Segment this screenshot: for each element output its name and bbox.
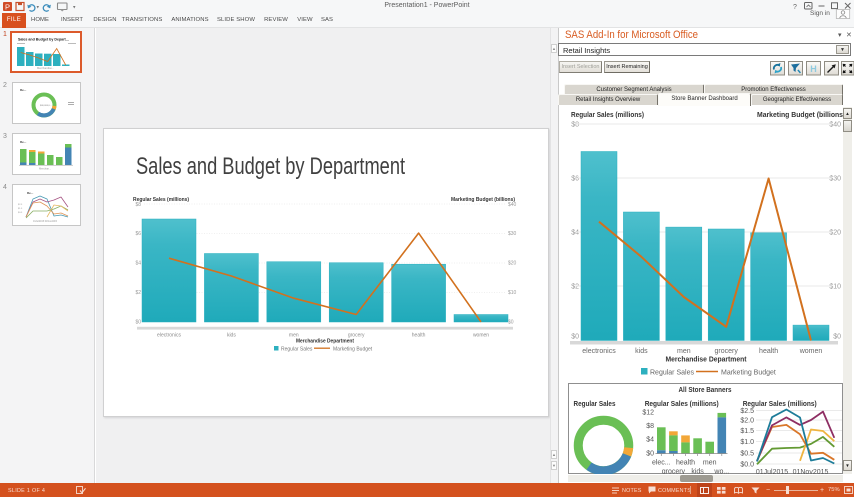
svg-text:$6: $6 bbox=[571, 176, 579, 183]
svg-text:$6: $6 bbox=[135, 231, 141, 237]
svg-text:Regular Sales: Regular Sales bbox=[574, 399, 616, 408]
svg-text:electronics: electronics bbox=[157, 333, 181, 339]
svg-text:$2: $2 bbox=[135, 290, 141, 296]
svg-text:wo...: wo... bbox=[713, 469, 729, 475]
svg-text:electronics: electronics bbox=[582, 348, 616, 355]
svg-text:Marketing Budget: Marketing Budget bbox=[721, 370, 776, 377]
svg-text:01Nov2015: 01Nov2015 bbox=[793, 469, 829, 474]
svg-text:$8: $8 bbox=[571, 122, 579, 129]
svg-text:kids: kids bbox=[227, 333, 236, 339]
svg-text:Re...: Re... bbox=[20, 140, 27, 144]
svg-text:Regular Sales (millions): Regular Sales (millions) bbox=[571, 110, 644, 119]
svg-text:?: ? bbox=[793, 4, 797, 10]
svg-text:Regular Sales: Regular Sales bbox=[281, 347, 313, 353]
svg-text:$0: $0 bbox=[508, 320, 514, 326]
svg-text:$20: $20 bbox=[829, 230, 841, 237]
svg-text:Regular Sales (millions): Regular Sales (millions) bbox=[743, 399, 817, 408]
svg-text:kids: kids bbox=[691, 469, 704, 475]
svg-text:kids: kids bbox=[635, 348, 648, 355]
svg-text:Regular Sales (millions): Regular Sales (millions) bbox=[133, 197, 189, 203]
svg-text:$1.0: $1.0 bbox=[740, 439, 754, 446]
svg-text:women: women bbox=[473, 333, 489, 339]
svg-text:$40: $40 bbox=[508, 202, 517, 208]
svg-text:Marketing Budget (billions: Marketing Budget (billions bbox=[757, 110, 843, 119]
svg-text:$2: $2 bbox=[571, 284, 579, 291]
svg-text:$0: $0 bbox=[646, 450, 654, 457]
svg-text:$12: $12 bbox=[642, 410, 654, 417]
svg-text:Re...: Re... bbox=[27, 191, 34, 195]
svg-text:$0: $0 bbox=[833, 334, 841, 341]
svg-text:H: H bbox=[810, 64, 817, 74]
svg-text:$0: $0 bbox=[571, 334, 579, 341]
svg-text:$2.5: $2.5 bbox=[740, 408, 754, 415]
svg-text:$0: $0 bbox=[135, 320, 141, 326]
svg-text:women: women bbox=[799, 348, 823, 355]
svg-text:health: health bbox=[759, 348, 778, 355]
svg-text:Merchandise Department: Merchandise Department bbox=[666, 355, 747, 364]
svg-text:Merchandise...: Merchandise... bbox=[37, 66, 54, 70]
svg-text:01Jul2015: 01Jul2015 bbox=[756, 469, 788, 474]
svg-text:health: health bbox=[412, 333, 426, 339]
svg-text:$30: $30 bbox=[829, 176, 841, 183]
svg-text:$10: $10 bbox=[829, 284, 841, 291]
svg-text:Merchan...: Merchan... bbox=[39, 167, 52, 171]
svg-text:01Jul2015 01Nov2015: 01Jul2015 01Nov2015 bbox=[33, 220, 58, 223]
svg-text:Merchandise Department: Merchandise Department bbox=[296, 339, 354, 345]
svg-text:Regular Sales (millions): Regular Sales (millions) bbox=[645, 399, 719, 408]
svg-text:All Store Banners: All Store Banners bbox=[679, 385, 732, 394]
svg-text:$10: $10 bbox=[508, 290, 517, 296]
svg-text:Sales and Budget by Depart...: Sales and Budget by Depart... bbox=[18, 38, 69, 42]
svg-text:$4: $4 bbox=[571, 230, 579, 237]
svg-text:$20: $20 bbox=[508, 261, 517, 267]
svg-text:Re...: Re... bbox=[20, 88, 27, 92]
svg-text:$2.0: $2.0 bbox=[740, 418, 754, 425]
svg-text:$4: $4 bbox=[646, 437, 654, 444]
svg-text:$2.5: $2.5 bbox=[18, 204, 23, 206]
svg-text:$8: $8 bbox=[646, 423, 654, 430]
svg-text:$0.0: $0.0 bbox=[740, 462, 754, 469]
svg-text:grocery: grocery bbox=[662, 469, 686, 475]
svg-text:$1.5: $1.5 bbox=[740, 428, 754, 435]
svg-text:$30: $30 bbox=[508, 231, 517, 237]
svg-text:men: men bbox=[703, 460, 717, 467]
svg-text:$1.5: $1.5 bbox=[18, 208, 23, 210]
svg-text:$8: $8 bbox=[135, 202, 141, 208]
svg-text:Regular Sales: Regular Sales bbox=[650, 370, 694, 377]
svg-text:$40: $40 bbox=[829, 122, 841, 129]
svg-text:$88,888,8...: $88,888,8... bbox=[40, 105, 52, 107]
svg-text:$0.5: $0.5 bbox=[740, 451, 754, 458]
svg-text:$4: $4 bbox=[135, 261, 141, 267]
svg-text:elec...: elec... bbox=[652, 460, 671, 467]
svg-text:Marketing Budget (billions): Marketing Budget (billions) bbox=[451, 197, 515, 203]
svg-text:Marketing Budget: Marketing Budget bbox=[333, 347, 373, 353]
svg-text:health: health bbox=[676, 460, 695, 467]
svg-text:$0.5: $0.5 bbox=[18, 212, 23, 214]
